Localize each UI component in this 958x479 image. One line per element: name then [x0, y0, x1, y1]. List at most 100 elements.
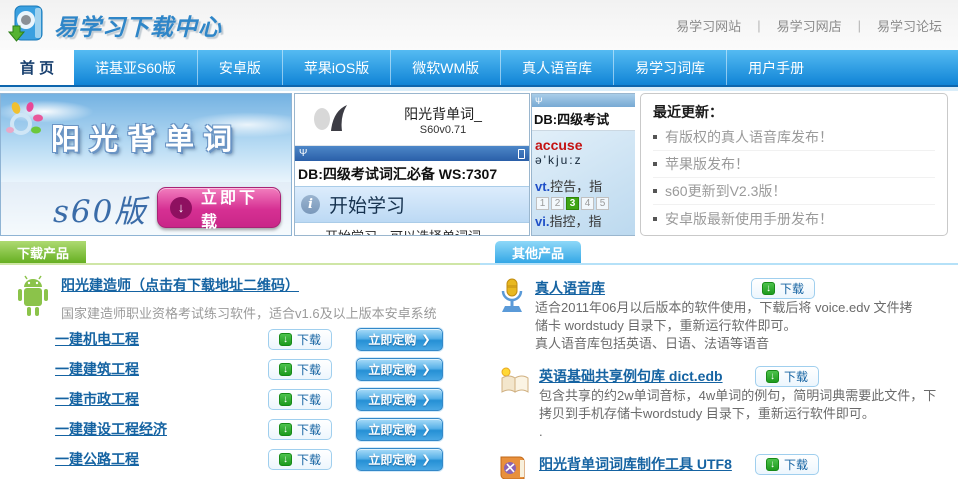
book-bulb-icon: [498, 365, 530, 441]
antenna-icon: [535, 96, 543, 106]
row-link-jingji[interactable]: 一建建设工程经济: [55, 419, 268, 439]
row-link-jianzhu[interactable]: 一建建筑工程: [55, 359, 268, 379]
section-headers: 下载产品 其他产品: [0, 241, 958, 265]
order-label: 立即定购: [368, 361, 416, 378]
nav-tab-dictionary[interactable]: 易学习词库: [613, 50, 726, 85]
updates-title: 最近更新：: [653, 99, 935, 124]
download-button[interactable]: 下载: [755, 366, 819, 387]
update-text: 苹果版发布！: [665, 154, 749, 174]
row-link-shizheng[interactable]: 一建市政工程: [55, 389, 268, 409]
chevron-right-icon: [421, 392, 430, 406]
phone2-vt-line: vt.控告，指: [535, 176, 635, 195]
header-link-website[interactable]: 易学习网站: [676, 16, 741, 35]
phone2-phonetic: ə'kju:z: [535, 153, 635, 167]
nav-tab-nokia-s60[interactable]: 诺基亚S60版: [74, 50, 197, 85]
download-section-header: 下载产品: [0, 241, 480, 265]
download-button[interactable]: 下载: [268, 359, 332, 380]
nav-tab-android[interactable]: 安卓版: [197, 50, 282, 85]
download-label: 下载: [297, 451, 321, 468]
download-icon: [279, 423, 292, 436]
site-title: 易学习下载中心: [54, 8, 222, 42]
phone1-status-bar: [295, 146, 529, 161]
recent-updates-box: 最近更新： 有版权的真人语音库发布！ 苹果版发布！ s60更新到V2.3版！ 安…: [640, 93, 948, 236]
download-row: 一建市政工程 下载 立即定购: [0, 384, 480, 414]
order-now-button[interactable]: 立即定购: [356, 448, 443, 471]
phone1-titles: 阳光背单词_ S60v0.71: [357, 104, 529, 136]
product-description: 国家建造师职业资格考试练习软件，适合v1.6及以上版本安卓系统: [61, 303, 437, 322]
banner-download-button[interactable]: 立即下载: [157, 187, 281, 228]
product-text: 阳光建造师（点击有下载地址二维码） 国家建造师职业资格考试练习软件，适合v1.6…: [61, 275, 437, 324]
bullet-icon: [653, 162, 657, 166]
other-section-header: 其他产品: [480, 241, 958, 265]
info-icon: [301, 195, 320, 214]
download-button[interactable]: 下载: [755, 454, 819, 475]
update-item[interactable]: 苹果版发布！: [653, 151, 935, 178]
phone1-menu-label: 开始学习: [329, 191, 405, 218]
other-products-tab: 其他产品: [495, 241, 581, 263]
sentence-library-link[interactable]: 英语基础共享例句库 dict.edb: [539, 366, 755, 386]
phone-screenshot-2: DB:四级考试 accuse ə'kju:z vt.控告，指 1 2 3 4 5…: [531, 93, 635, 236]
android-robot-icon: [14, 275, 52, 324]
phone1-menu-hint: 开始学习，可以选择单词词: [295, 223, 529, 236]
item-title-row: 真人语音库 下载: [535, 277, 958, 299]
nav-tab-voice-library[interactable]: 真人语音库: [500, 50, 613, 85]
nav-tab-manual[interactable]: 用户手册: [726, 50, 825, 85]
page-header: 易学习下载中心 易学习网站 | 易学习网店 | 易学习论坛: [0, 0, 958, 50]
item-main: 阳光背单词词库制作工具 UTF8 下载: [539, 453, 958, 479]
update-text: s60更新到V2.3版！: [665, 181, 786, 201]
update-item[interactable]: 安卓版最新使用手册发布！: [653, 205, 935, 232]
page-number: 4: [581, 197, 594, 210]
site-logo[interactable]: 易学习下载中心: [8, 2, 222, 49]
chevron-right-icon: [421, 362, 430, 376]
promo-edition: s60版: [53, 186, 147, 231]
voice-library-link[interactable]: 真人语音库: [535, 278, 751, 298]
banner-download-label: 立即下载: [201, 184, 268, 232]
phone1-menu-item: 开始学习: [295, 186, 529, 223]
order-now-button[interactable]: 立即定购: [356, 328, 443, 351]
promo-sky-area: 阳光背单词: [1, 94, 291, 182]
row-link-gonglu[interactable]: 一建公路工程: [55, 449, 268, 469]
phone1-db-line: DB:四级考试词汇必备 WS:7307: [295, 161, 529, 186]
antenna-icon: [299, 148, 307, 159]
phone1-app-logo-icon: [309, 99, 353, 140]
nav-tab-wm[interactable]: 微软WM版: [390, 50, 500, 85]
update-item[interactable]: 有版权的真人语音库发布！: [653, 124, 935, 151]
download-button[interactable]: 下载: [268, 449, 332, 470]
nav-tab-ios[interactable]: 苹果iOS版: [282, 50, 390, 85]
update-text: 有版权的真人语音库发布！: [665, 127, 833, 147]
order-now-button[interactable]: 立即定购: [356, 418, 443, 441]
nav-bottom-strip: [0, 87, 958, 91]
phone1-app-version: S60v0.71: [357, 124, 529, 136]
promo-banner: 阳光背单词 s60版 立即下载: [0, 93, 292, 236]
item-description: 真人语音库包括英语、日语、法语等语音: [535, 335, 958, 353]
update-text: 安卓版最新使用手册发布！: [665, 209, 833, 229]
order-now-button[interactable]: 立即定购: [356, 388, 443, 411]
header-links: 易学习网站 | 易学习网店 | 易学习论坛: [676, 16, 948, 35]
item-main: 英语基础共享例句库 dict.edb 下载 包含共享的约2w单词音标，4w单词的…: [539, 365, 958, 441]
header-link-forum[interactable]: 易学习论坛: [877, 16, 942, 35]
product-title-link[interactable]: 阳光建造师（点击有下载地址二维码）: [61, 277, 299, 293]
phone2-db-line: DB:四级考试: [532, 107, 635, 131]
order-now-button[interactable]: 立即定购: [356, 358, 443, 381]
other-product-item: 真人语音库 下载 适合2011年06月以后版本的软件使用，下载后将 voice.…: [480, 265, 958, 353]
download-row: 一建建筑工程 下载 立即定购: [0, 354, 480, 384]
row-link-jidian[interactable]: 一建机电工程: [55, 329, 268, 349]
other-product-item: 阳光背单词词库制作工具 UTF8 下载: [480, 441, 958, 479]
other-product-item: 英语基础共享例句库 dict.edb 下载 包含共享的约2w单词音标，4w单词的…: [480, 353, 958, 441]
phone2-pagination: 1 2 3 4 5: [536, 197, 635, 210]
battery-icon: [518, 149, 525, 159]
download-label: 下载: [784, 456, 808, 473]
download-button[interactable]: 下载: [751, 278, 815, 299]
download-label: 下载: [297, 421, 321, 438]
download-button[interactable]: 下载: [268, 419, 332, 440]
link-separator: |: [858, 18, 861, 33]
download-button[interactable]: 下载: [268, 389, 332, 410]
phone2-word: accuse: [535, 137, 635, 153]
download-label: 下载: [297, 331, 321, 348]
update-item[interactable]: s60更新到V2.3版！: [653, 178, 935, 205]
nav-tab-home[interactable]: 首 页: [0, 50, 74, 85]
download-button[interactable]: 下载: [268, 329, 332, 350]
header-link-store[interactable]: 易学习网店: [777, 16, 842, 35]
phone2-vi-label: vi.: [535, 214, 549, 229]
dict-tool-link[interactable]: 阳光背单词词库制作工具 UTF8: [539, 454, 755, 474]
